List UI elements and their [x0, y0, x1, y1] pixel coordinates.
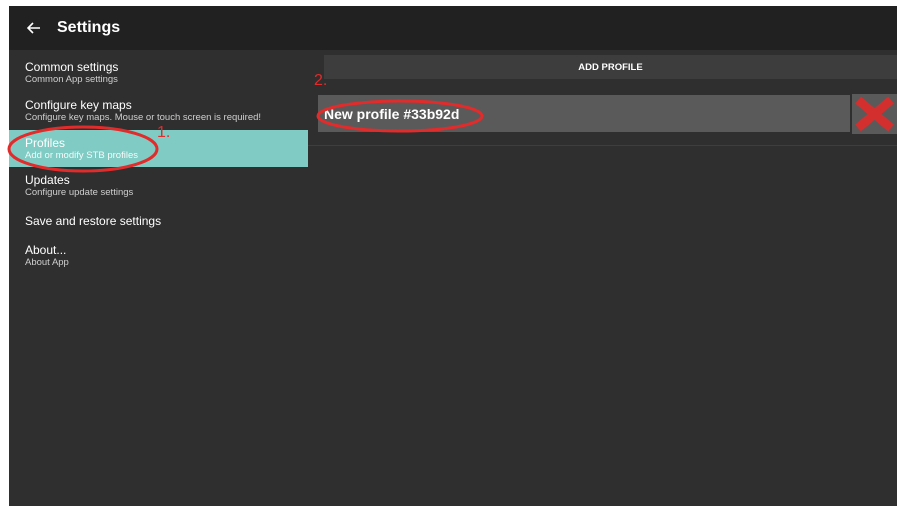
page-title: Settings: [57, 19, 121, 36]
back-button[interactable]: [23, 17, 45, 39]
app-window: Settings Common settings Common App sett…: [9, 6, 897, 506]
delete-profile-button[interactable]: [852, 94, 897, 134]
sidebar-item-title: Common settings: [25, 60, 119, 74]
sidebar-item-subtitle: Common App settings: [25, 74, 118, 85]
sidebar-item-save-restore[interactable]: Save and restore settings: [9, 214, 308, 228]
sidebar-item-subtitle: About App: [25, 257, 69, 268]
sidebar-item-title: Configure key maps: [25, 98, 132, 112]
sidebar-item-title: Save and restore settings: [25, 214, 162, 228]
sidebar-item-key-maps[interactable]: Configure key maps Configure key maps. M…: [9, 98, 308, 124]
profiles-panel: ADD PROFILE New profile #33b92d: [308, 50, 897, 506]
sidebar-item-title: Updates: [25, 173, 70, 187]
sidebar-item-subtitle: Configure update settings: [25, 187, 134, 198]
settings-sidebar: Common settings Common App settings Conf…: [9, 50, 308, 506]
sidebar-item-updates[interactable]: Updates Configure update settings: [9, 173, 308, 199]
arrow-left-icon: [27, 22, 40, 34]
sidebar-item-title: About...: [25, 243, 67, 257]
sidebar-item-common-settings[interactable]: Common settings Common App settings: [9, 60, 308, 86]
annotation-step-1: 1.: [157, 124, 171, 141]
profile-name-field[interactable]: New profile #33b92d: [318, 95, 850, 132]
close-icon: [855, 96, 894, 132]
annotation-step-2: 2.: [314, 72, 328, 89]
sidebar-item-subtitle: Configure key maps. Mouse or touch scree…: [25, 112, 262, 123]
profile-row: New profile #33b92d: [308, 94, 897, 146]
sidebar-item-subtitle: Add or modify STB profiles: [25, 150, 138, 161]
add-profile-button[interactable]: ADD PROFILE: [324, 55, 897, 79]
app-bar: Settings: [9, 6, 897, 50]
sidebar-item-about[interactable]: About... About App: [9, 243, 308, 269]
